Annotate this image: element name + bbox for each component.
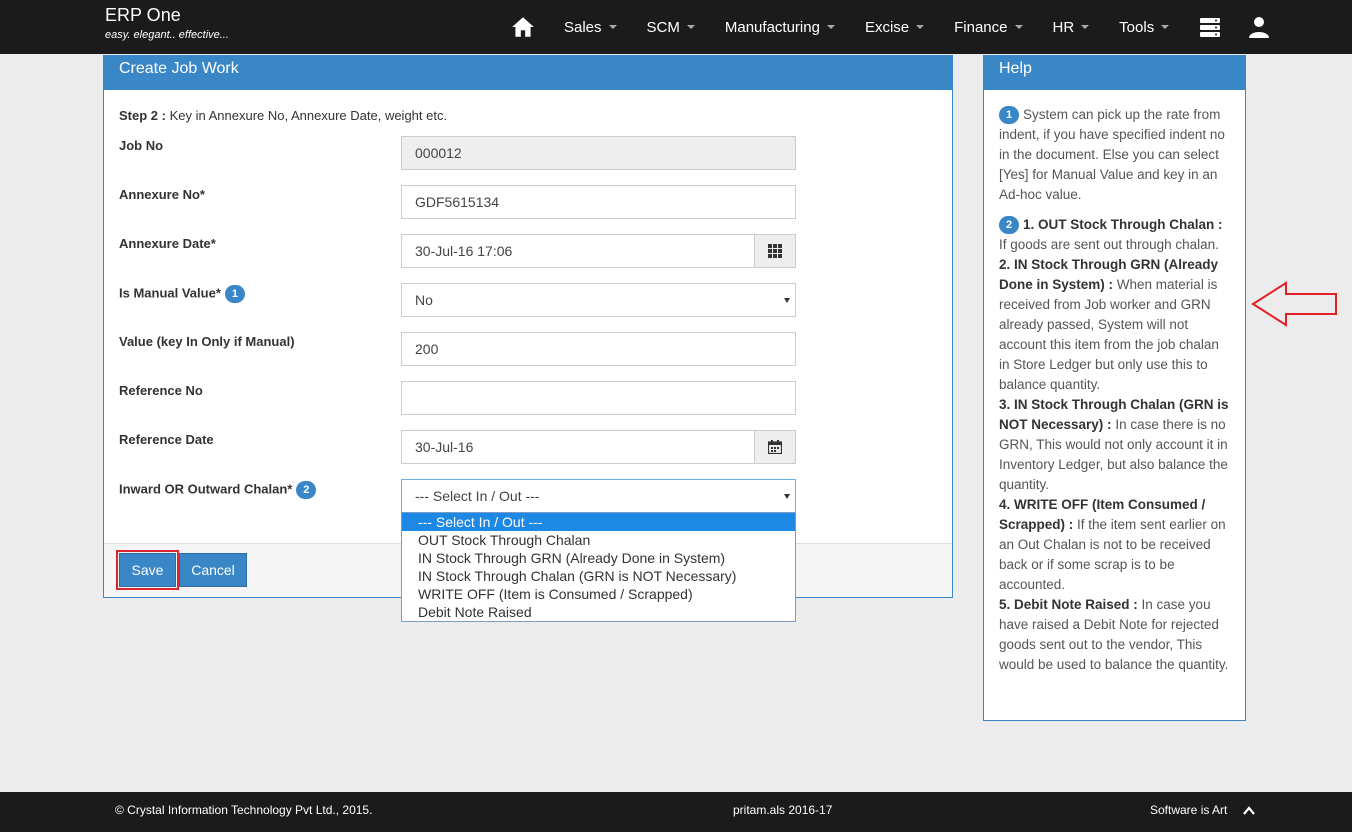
chevron-down-icon xyxy=(784,494,790,499)
footer-tagline: Software is Art xyxy=(1150,803,1228,817)
chevron-down-icon xyxy=(1161,25,1170,29)
chevron-down-icon xyxy=(608,25,617,29)
dropdown-option[interactable]: --- Select In / Out --- xyxy=(402,513,795,531)
chalan-select[interactable]: --- Select In / Out --- xyxy=(401,479,796,513)
annotation-arrow-icon xyxy=(1251,281,1337,327)
brand-tagline: easy. elegant.. effective... xyxy=(105,29,229,41)
footer-copyright: © Crystal Information Technology Pvt Ltd… xyxy=(115,803,373,817)
dropdown-option[interactable]: WRITE OFF (Item is Consumed / Scrapped) xyxy=(402,585,795,603)
help-badge: 1 xyxy=(999,106,1019,125)
panel-title: Create Job Work xyxy=(104,56,952,90)
manual-value-label: Is Manual Value* 1 xyxy=(119,285,245,303)
home-icon[interactable] xyxy=(510,14,536,40)
dropdown-option[interactable]: OUT Stock Through Chalan xyxy=(402,531,795,549)
chevron-down-icon xyxy=(784,298,790,303)
dropdown-option[interactable]: IN Stock Through Chalan (GRN is NOT Nece… xyxy=(402,567,795,585)
chevron-up-icon[interactable] xyxy=(1242,804,1256,818)
annexure-date-label: Annexure Date* xyxy=(119,236,216,251)
help-badge-2[interactable]: 2 xyxy=(296,481,317,499)
page-footer: © Crystal Information Technology Pvt Ltd… xyxy=(0,792,1352,832)
help-body: 1 System can pick up the rate from indent… xyxy=(984,90,1245,675)
help-panel: Help 1 System can pick up the rate from i… xyxy=(983,55,1246,721)
help-badge-1[interactable]: 1 xyxy=(224,285,245,303)
step-instruction: Step 2 : Key in Annexure No, Annexure Da… xyxy=(119,108,448,123)
annexure-date-input[interactable]: 30-Jul-16 17:06 xyxy=(401,234,755,268)
main-nav: Sales SCM Manufacturing Excise Finance H… xyxy=(510,0,1271,54)
brand-title: ERP One xyxy=(105,5,181,25)
help-paragraph: 2 1. OUT Stock Through Chalan : If goods … xyxy=(999,216,1229,672)
reference-no-label: Reference No xyxy=(119,383,203,398)
job-no-label: Job No xyxy=(119,138,164,153)
help-badge: 2 xyxy=(999,216,1019,235)
nav-scm[interactable]: SCM xyxy=(647,19,695,36)
server-stack-icon[interactable] xyxy=(1199,16,1221,38)
dropdown-option[interactable]: Debit Note Raised xyxy=(402,603,795,621)
nav-finance[interactable]: Finance xyxy=(954,19,1023,36)
chevron-down-icon xyxy=(1081,25,1090,29)
help-title: Help xyxy=(984,56,1245,90)
nav-hr[interactable]: HR xyxy=(1053,19,1090,36)
chalan-label: Inward OR Outward Chalan* 2 xyxy=(119,481,317,499)
dropdown-option[interactable]: IN Stock Through GRN (Already Done in Sy… xyxy=(402,549,795,567)
nav-tools[interactable]: Tools xyxy=(1119,19,1170,36)
job-no-field: 000012 xyxy=(401,136,796,170)
cancel-button[interactable]: Cancel xyxy=(179,553,247,587)
chevron-down-icon xyxy=(916,25,925,29)
reference-no-input[interactable] xyxy=(401,381,796,415)
datetime-picker-button[interactable] xyxy=(754,234,796,268)
date-picker-button[interactable] xyxy=(754,430,796,464)
reference-date-label: Reference Date xyxy=(119,432,214,447)
reference-date-input[interactable]: 30-Jul-16 xyxy=(401,430,755,464)
chevron-down-icon xyxy=(1014,25,1023,29)
nav-excise[interactable]: Excise xyxy=(865,19,925,36)
grid-icon xyxy=(768,244,782,258)
value-label: Value (key In Only if Manual) xyxy=(119,334,295,349)
nav-manufacturing[interactable]: Manufacturing xyxy=(725,19,835,36)
manual-value-select[interactable]: No xyxy=(401,283,796,317)
annexure-no-label: Annexure No* xyxy=(119,187,205,202)
chevron-down-icon xyxy=(826,25,835,29)
annexure-no-input[interactable]: GDF5615134 xyxy=(401,185,796,219)
user-icon[interactable] xyxy=(1247,15,1271,39)
brand[interactable]: ERP One easy. elegant.. effective... xyxy=(105,5,229,41)
top-navbar: ERP One easy. elegant.. effective... Sal… xyxy=(0,0,1352,54)
nav-sales[interactable]: Sales xyxy=(564,19,617,36)
save-button[interactable]: Save xyxy=(116,550,179,590)
footer-user: pritam.als 2016-17 xyxy=(733,803,833,817)
help-paragraph: 1 System can pick up the rate from indent… xyxy=(999,106,1225,202)
calendar-icon xyxy=(768,440,782,454)
value-input[interactable]: 200 xyxy=(401,332,796,366)
chevron-down-icon xyxy=(686,25,695,29)
chalan-dropdown-list: --- Select In / Out --- OUT Stock Throug… xyxy=(401,512,796,622)
